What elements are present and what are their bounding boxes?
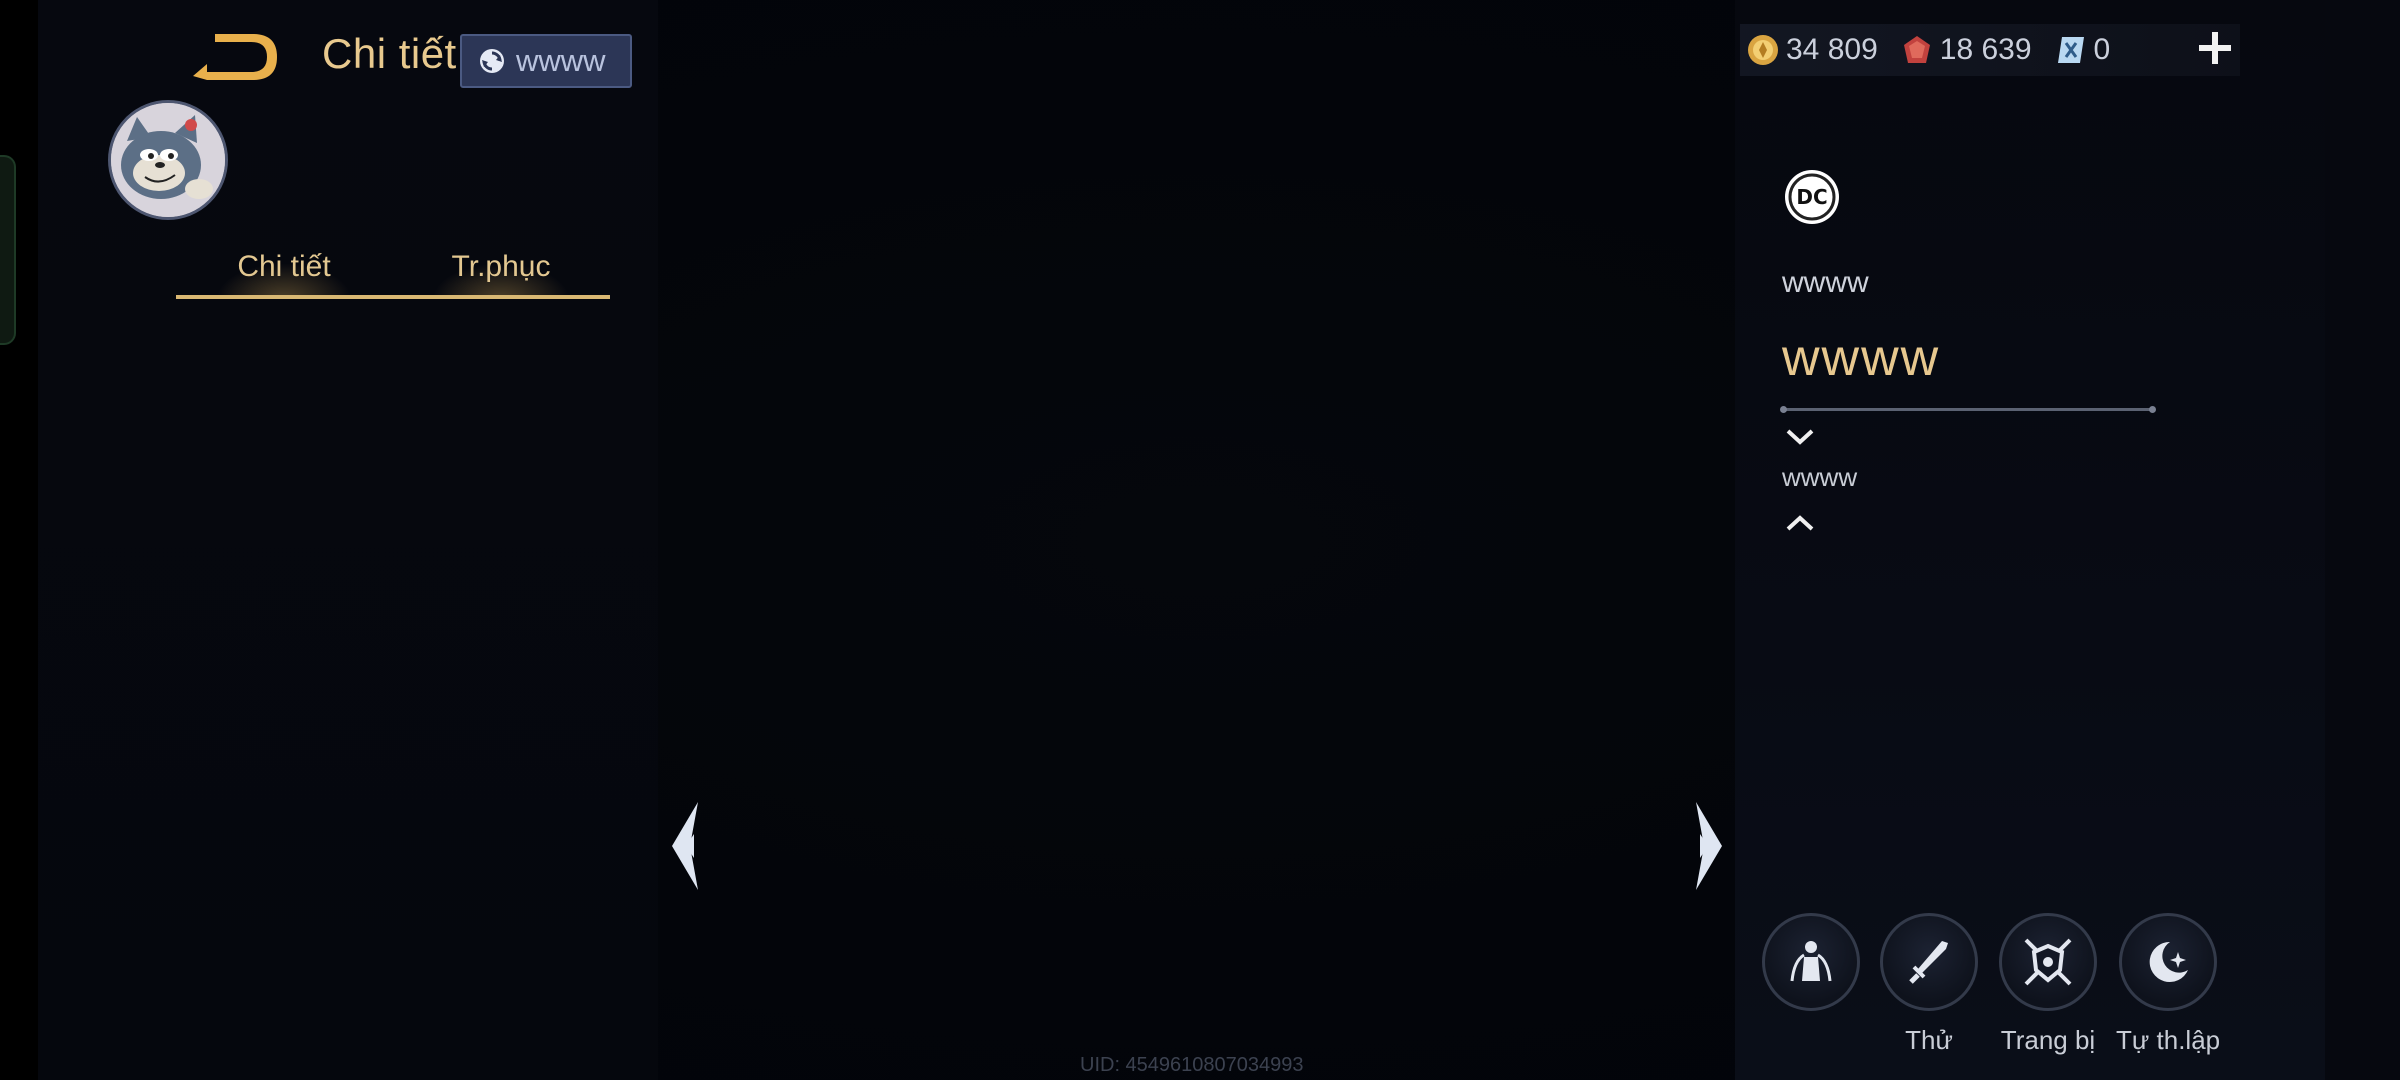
self-setup-button[interactable]: Tự th.lập <box>2116 913 2220 1056</box>
hero-name: wwww <box>1782 329 1941 387</box>
back-arrow-icon <box>193 34 277 80</box>
dc-logo-icon: DC <box>1788 173 1836 221</box>
equipment-label: Trang bị <box>2000 1025 2096 1055</box>
hero-view-button[interactable] <box>1759 913 1863 1025</box>
trial-button[interactable]: Thử <box>1877 913 1981 1056</box>
chevron-up-icon <box>1786 515 1814 531</box>
currency-gold[interactable]: 34 809 <box>1746 33 1878 67</box>
arrow-right-icon <box>1696 802 1722 890</box>
back-button[interactable] <box>185 30 280 84</box>
voucher-value: 0 <box>2093 33 2111 66</box>
next-hero-button[interactable] <box>1690 800 1726 892</box>
currency-voucher[interactable]: 0 <box>2054 33 2111 67</box>
crescent-moon-icon <box>2149 941 2188 982</box>
gold-coin-icon <box>1748 35 1778 65</box>
expand-button[interactable] <box>1784 426 1816 448</box>
hero-subtitle: wwww <box>1782 266 1869 299</box>
hero-statue-icon <box>1790 941 1832 982</box>
add-currency-button[interactable] <box>2195 28 2235 70</box>
avatar-cat-image <box>111 103 225 217</box>
shield-crossed-swords-icon <box>2024 938 2072 986</box>
equipment-button[interactable]: Trang bị <box>1996 913 2100 1056</box>
chevron-down-icon <box>1786 429 1814 445</box>
red-gem-icon <box>1903 36 1930 63</box>
refresh-icon <box>480 49 504 73</box>
tab-skins-label: Tr.phục <box>451 250 551 283</box>
right-edge <box>2325 0 2400 1080</box>
currency-bar: 34 809 18 639 0 <box>1740 24 2240 76</box>
hero-switch-badge[interactable]: wwww <box>460 34 632 88</box>
collapse-button[interactable] <box>1784 512 1816 534</box>
dc-brand-logo: DC <box>1785 170 1839 224</box>
player-avatar[interactable] <box>108 100 228 220</box>
self-setup-label: Tự th.lập <box>2116 1025 2221 1055</box>
badge-label: wwww <box>516 43 606 78</box>
plus-icon <box>2199 32 2231 64</box>
detail-tabs: Chi tiết Tr.phục <box>176 245 610 301</box>
trial-label: Thử <box>1905 1025 1953 1055</box>
svg-text:DC: DC <box>1796 185 1827 209</box>
previous-hero-button[interactable] <box>668 800 704 892</box>
tab-details-label: Chi tiết <box>237 250 331 283</box>
divider-line <box>1780 406 2156 413</box>
tab-details[interactable]: Chi tiết <box>176 245 392 299</box>
gold-value: 34 809 <box>1786 33 1878 66</box>
sword-icon <box>1909 941 1948 984</box>
hero-role: wwww <box>1782 462 1858 492</box>
tab-skins[interactable]: Tr.phục <box>392 245 610 299</box>
red-gem-value: 18 639 <box>1939 33 2032 66</box>
voucher-icon <box>2057 37 2084 63</box>
arrow-left-icon <box>672 802 698 890</box>
side-drawer-handle[interactable] <box>0 155 16 345</box>
currency-red-gem[interactable]: 18 639 <box>1900 33 2032 67</box>
page-title: Chi tiết <box>322 30 457 77</box>
tab-underline <box>176 295 610 299</box>
hero-detail-screen: Chi tiết wwww Chi tiết Tr.phục 34 809 18… <box>0 0 2400 1080</box>
player-uid: UID: 4549610807034993 <box>1080 1054 1304 1076</box>
